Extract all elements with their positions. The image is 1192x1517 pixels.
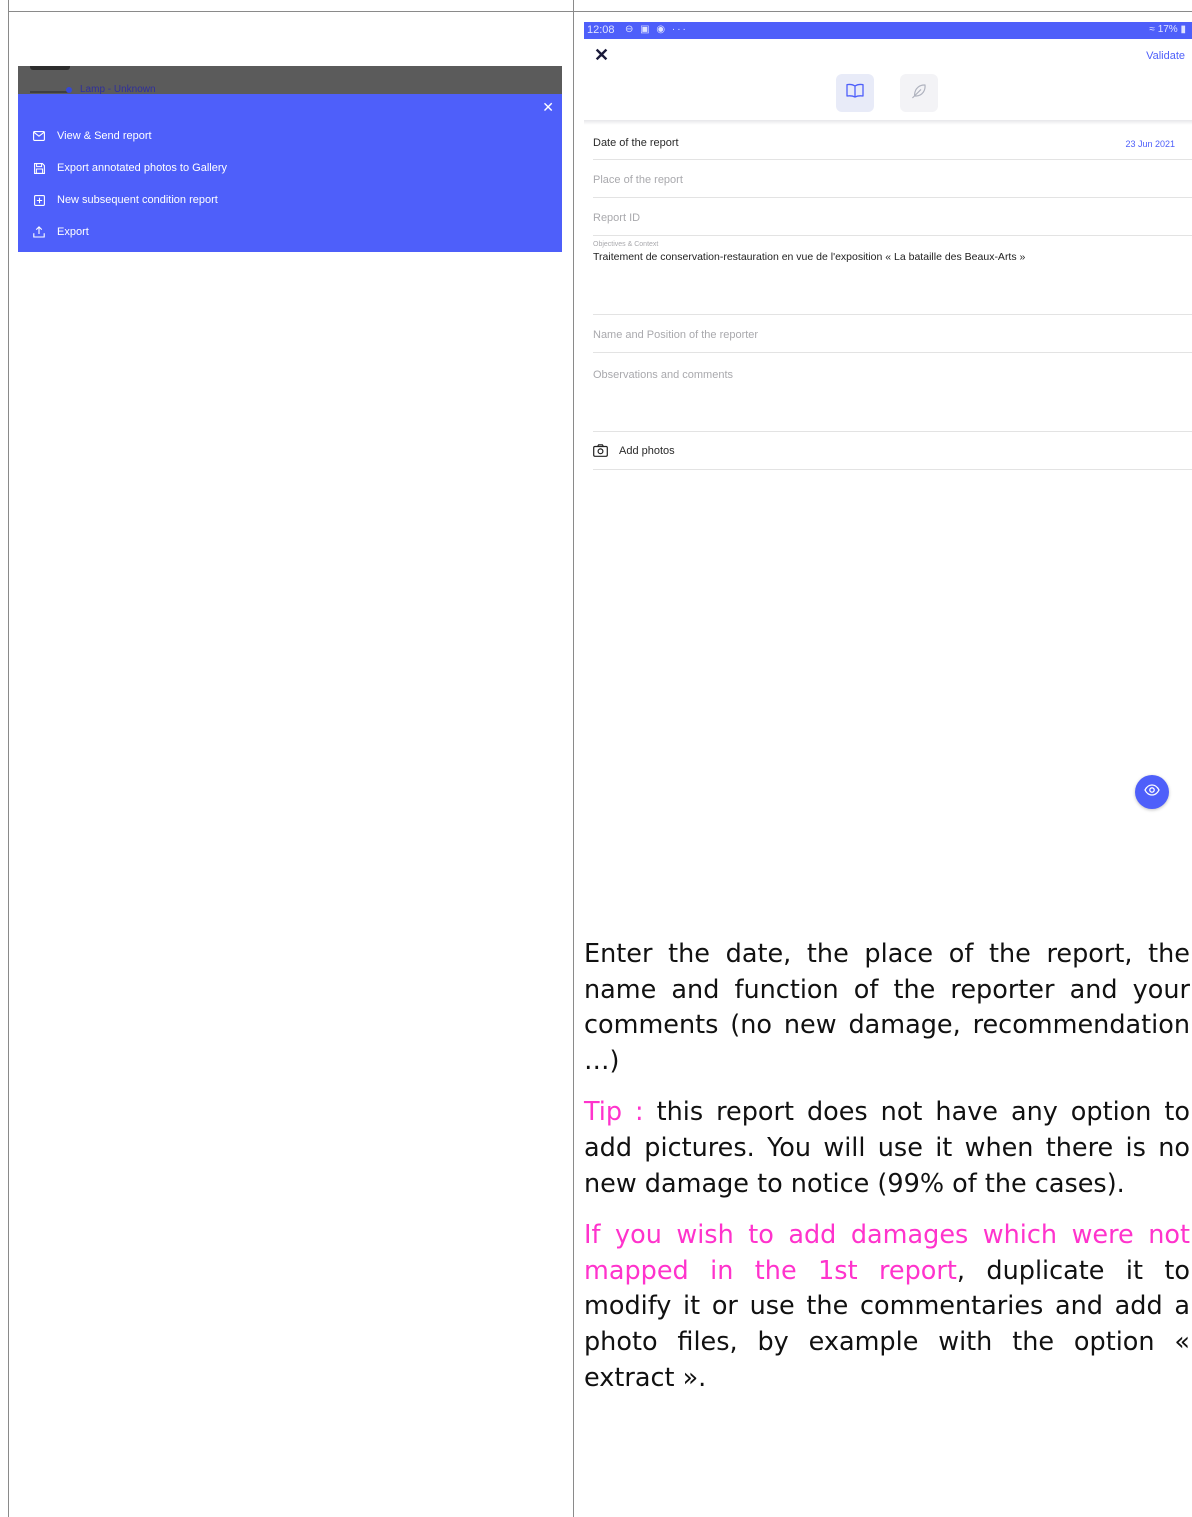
tab-report-details[interactable] (836, 74, 874, 112)
status-battery: ≈ 17% ▮ (1149, 24, 1186, 35)
menu-item-export-photos[interactable]: Export annotated photos to Gallery (32, 158, 227, 178)
tip-text: this report does not have any option to … (584, 1097, 1190, 1199)
mail-icon (32, 129, 46, 143)
place-placeholder: Place of the report (593, 174, 683, 186)
menu-item-export[interactable]: Export (32, 222, 89, 242)
date-value[interactable]: 23 Jun 2021 (1125, 139, 1175, 149)
date-label: Date of the report (593, 137, 679, 149)
table-border-middle (573, 0, 574, 1517)
menu-item-new-subsequent-report[interactable]: New subsequent condition report (32, 190, 218, 210)
action-menu-screenshot: Lamp - Unknown ✕ View & Send report Expo… (18, 66, 562, 252)
damages-paragraph: If you wish to add damages which were no… (584, 1218, 1190, 1396)
date-row[interactable]: Date of the report 23 Jun 2021 (593, 125, 1192, 160)
dimmed-background-list: Lamp - Unknown (18, 66, 562, 94)
observations-placeholder: Observations and comments (593, 369, 734, 381)
objectives-value: Traitement de conservation-restauration … (593, 251, 1026, 263)
table-border-left (8, 0, 9, 1517)
add-photos-label: Add photos (619, 445, 675, 457)
eye-icon (1144, 783, 1160, 801)
tab-annotations[interactable] (900, 74, 938, 112)
preview-button[interactable] (1135, 775, 1169, 809)
status-icons: ⊖ ▣ ◉ ··· (625, 24, 688, 35)
battery-icon: ▮ (1180, 24, 1186, 35)
menu-item-label: New subsequent condition report (57, 194, 218, 206)
observations-field[interactable]: Observations and comments (593, 353, 1192, 432)
tip-label: Tip : (584, 1097, 644, 1128)
battery-level: 17% (1157, 24, 1178, 35)
reporter-placeholder: Name and Position of the reporter (593, 329, 759, 341)
save-icon (32, 161, 46, 175)
add-photos-button[interactable]: Add photos (593, 432, 1192, 470)
upload-icon (32, 225, 46, 239)
status-time: 12:08 (587, 24, 615, 36)
close-icon[interactable]: ✕ (594, 45, 609, 65)
book-icon (846, 83, 864, 103)
close-icon[interactable]: ✕ (542, 99, 554, 115)
feather-icon (910, 82, 928, 105)
plus-square-icon (32, 193, 46, 207)
action-menu: ✕ View & Send report Export annotated ph… (18, 94, 562, 252)
tip-paragraph: Tip : this report does not have any opti… (584, 1095, 1190, 1202)
reporter-field[interactable]: Name and Position of the reporter (593, 315, 1192, 353)
menu-item-view-send-report[interactable]: View & Send report (32, 126, 152, 146)
wifi-icon: ≈ (1149, 24, 1155, 35)
list-item-bar (30, 91, 70, 93)
status-bar: 12:08 ⊖ ▣ ◉ ··· ≈ 17% ▮ (584, 22, 1192, 39)
menu-item-label: View & Send report (57, 130, 152, 142)
objectives-field[interactable]: Objectives & Context Traitement de conse… (593, 236, 1192, 315)
camera-icon (593, 444, 608, 462)
objectives-label: Objectives & Context (593, 241, 659, 248)
list-thumbnail (30, 66, 70, 70)
instructions-text: Enter the date, the place of the report,… (584, 937, 1190, 1412)
place-field[interactable]: Place of the report (593, 160, 1192, 198)
instruction-paragraph: Enter the date, the place of the report,… (584, 939, 1190, 1076)
report-id-field[interactable]: Report ID (593, 198, 1192, 236)
menu-item-label: Export (57, 226, 89, 238)
report-form-screenshot: 12:08 ⊖ ▣ ◉ ··· ≈ 17% ▮ ✕ Validate Date … (584, 22, 1192, 898)
report-id-placeholder: Report ID (593, 212, 641, 224)
status-dot (66, 87, 72, 93)
menu-item-label: Export annotated photos to Gallery (57, 162, 227, 174)
table-border-top (8, 11, 1192, 12)
list-item-label[interactable]: Lamp - Unknown (80, 84, 156, 94)
validate-button[interactable]: Validate (1146, 50, 1185, 62)
